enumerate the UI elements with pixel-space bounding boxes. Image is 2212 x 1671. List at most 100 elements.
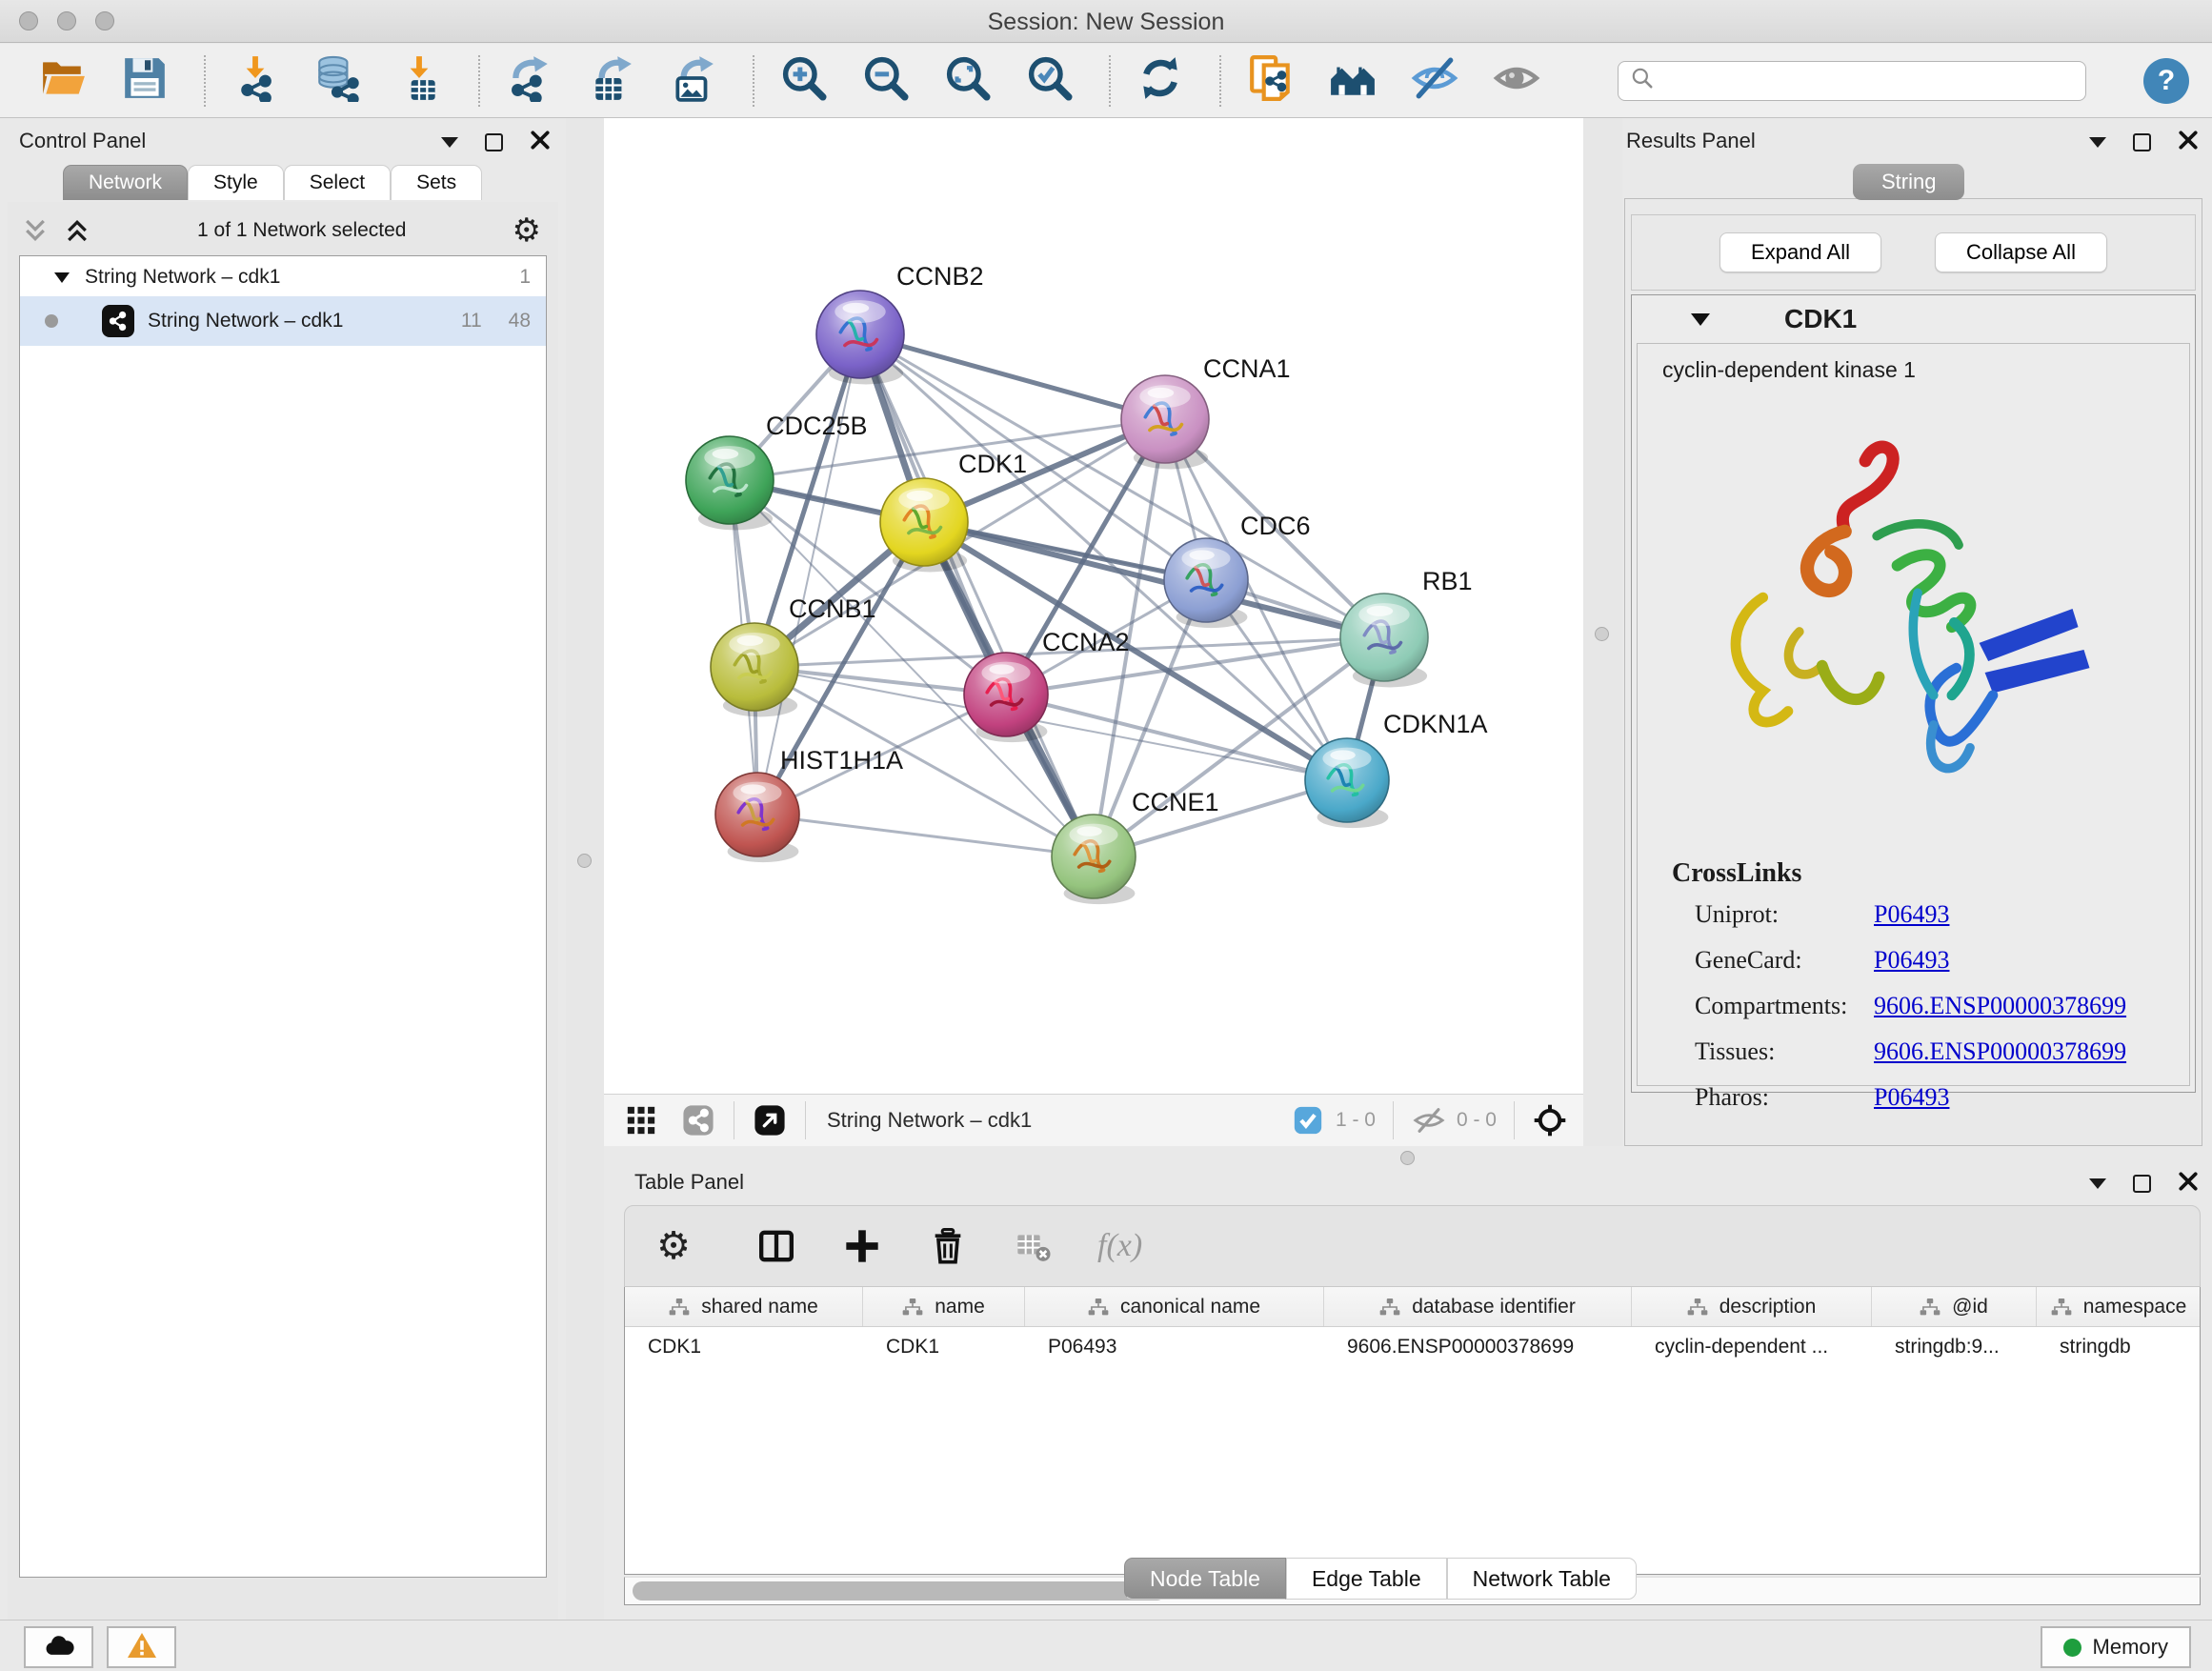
network-node-ccna2[interactable] <box>964 653 1048 742</box>
collapse-all-networks-icon[interactable] <box>21 216 50 245</box>
houses-button[interactable] <box>1324 52 1381 110</box>
zoom-in-button[interactable] <box>775 52 833 110</box>
help-button[interactable]: ? <box>2143 58 2189 104</box>
network-node-cdkn1a[interactable] <box>1305 738 1389 828</box>
cell-name[interactable]: CDK1 <box>863 1327 1025 1367</box>
horizontal-splitter-handle[interactable] <box>1400 1151 1415 1165</box>
detach-view-icon[interactable] <box>752 1102 788 1138</box>
table-row[interactable]: CDK1 CDK1 P06493 9606.ENSP00000378699 cy… <box>625 1327 2200 1367</box>
network-node-ccne1[interactable] <box>1052 815 1136 904</box>
expand-all-networks-icon[interactable] <box>63 216 91 245</box>
node-table[interactable]: shared name name canonical name database… <box>624 1287 2201 1575</box>
column-header-shared-name[interactable]: shared name <box>625 1287 863 1326</box>
panel-float-icon[interactable] <box>2133 1175 2151 1193</box>
network-node-ccnb1[interactable] <box>711 623 798 716</box>
crosslink-genecard-link[interactable]: P06493 <box>1874 946 1949 975</box>
import-table-button[interactable] <box>391 52 448 110</box>
collection-expand-icon[interactable] <box>54 272 70 283</box>
scrollbar-thumb[interactable] <box>633 1581 1166 1601</box>
crosslink-compartments-link[interactable]: 9606.ENSP00000378699 <box>1874 992 2126 1020</box>
cell-database-identifier[interactable]: 9606.ENSP00000378699 <box>1324 1327 1632 1367</box>
zoom-selected-button[interactable] <box>1021 52 1078 110</box>
tab-sets[interactable]: Sets <box>391 165 482 200</box>
add-column-plus-icon[interactable] <box>840 1224 884 1268</box>
tab-node-table[interactable]: Node Table <box>1124 1558 1286 1600</box>
warnings-button[interactable] <box>107 1626 176 1668</box>
export-image-button[interactable] <box>665 52 722 110</box>
network-view[interactable]: CCNB2CCNA1CDC25BCDK1CDC6RB1CCNB1CCNA2CDK… <box>604 118 1583 1146</box>
cell-id[interactable]: stringdb:9... <box>1872 1327 2037 1367</box>
tab-string[interactable]: String <box>1853 164 1964 200</box>
column-header-database-identifier[interactable]: database identifier <box>1324 1287 1632 1326</box>
left-splitter[interactable] <box>566 118 604 1620</box>
network-edge[interactable] <box>924 522 1384 637</box>
save-session-button[interactable] <box>116 52 173 110</box>
network-node-ccna1[interactable] <box>1121 375 1209 469</box>
column-header-canonical-name[interactable]: canonical name <box>1025 1287 1324 1326</box>
export-network-button[interactable] <box>501 52 558 110</box>
network-collection-row[interactable]: String Network – cdk1 1 <box>20 258 546 296</box>
birdseye-crosshair-icon[interactable] <box>1532 1102 1568 1138</box>
crosslink-uniprot-link[interactable]: P06493 <box>1874 900 1949 929</box>
protein-section-header[interactable]: CDK1 <box>1632 295 2195 343</box>
column-header-namespace[interactable]: namespace <box>2037 1287 2201 1326</box>
zoom-out-button[interactable] <box>857 52 915 110</box>
splitter-handle[interactable] <box>1595 627 1609 641</box>
network-edge[interactable] <box>757 815 1094 856</box>
import-network-button[interactable] <box>227 52 284 110</box>
panel-close-icon[interactable] <box>530 130 551 155</box>
panel-menu-icon[interactable] <box>2089 137 2106 148</box>
network-options-gear-icon[interactable]: ⚙ <box>513 214 541 247</box>
network-node-cdc25b[interactable] <box>686 436 774 530</box>
network-node-hist1h1a[interactable] <box>715 773 799 862</box>
selected-checkbox-icon[interactable] <box>1290 1102 1326 1138</box>
network-canvas[interactable]: CCNB2CCNA1CDC25BCDK1CDC6RB1CCNB1CCNA2CDK… <box>604 124 1583 1094</box>
zoom-fit-button[interactable] <box>939 52 996 110</box>
refresh-button[interactable] <box>1132 52 1189 110</box>
panel-menu-icon[interactable] <box>441 137 458 148</box>
memory-button[interactable]: Memory <box>2041 1626 2191 1668</box>
search-input[interactable] <box>1662 70 2085 92</box>
crosslink-tissues-link[interactable]: 9606.ENSP00000378699 <box>1874 1037 2126 1066</box>
panel-close-icon[interactable] <box>2178 130 2199 155</box>
tab-select[interactable]: Select <box>284 165 391 200</box>
cell-namespace[interactable]: stringdb <box>2037 1327 2201 1367</box>
panel-menu-icon[interactable] <box>2089 1178 2106 1189</box>
tab-network-table[interactable]: Network Table <box>1447 1558 1637 1600</box>
panel-float-icon[interactable] <box>485 133 503 151</box>
delete-table-icon[interactable] <box>1012 1224 1056 1268</box>
right-splitter[interactable] <box>1583 118 1622 1146</box>
delete-column-trash-icon[interactable] <box>926 1224 970 1268</box>
search-field[interactable] <box>1618 61 2086 101</box>
panel-float-icon[interactable] <box>2133 133 2151 151</box>
network-node-cdk1[interactable] <box>880 478 968 572</box>
show-columns-icon[interactable] <box>754 1224 798 1268</box>
network-node-cdc6[interactable] <box>1164 538 1248 628</box>
grid-view-icon[interactable] <box>623 1102 659 1138</box>
expand-all-button[interactable]: Expand All <box>1719 232 1881 272</box>
function-builder-icon[interactable]: f(x) <box>1097 1228 1142 1264</box>
export-table-button[interactable] <box>583 52 640 110</box>
copy-style-button[interactable] <box>1242 52 1299 110</box>
cell-shared-name[interactable]: CDK1 <box>625 1327 863 1367</box>
column-header-name[interactable]: name <box>863 1287 1025 1326</box>
hidden-eye-slash-icon[interactable] <box>1411 1102 1447 1138</box>
cell-description[interactable]: cyclin-dependent ... <box>1632 1327 1872 1367</box>
import-network-database-button[interactable] <box>309 52 366 110</box>
cell-canonical-name[interactable]: P06493 <box>1025 1327 1324 1367</box>
collapse-all-button[interactable]: Collapse All <box>1935 232 2107 272</box>
hide-selected-button[interactable] <box>1406 52 1463 110</box>
open-session-button[interactable] <box>34 52 91 110</box>
network-view-share-icon[interactable] <box>680 1102 716 1138</box>
app-store-button[interactable] <box>24 1626 93 1668</box>
network-edge[interactable] <box>757 334 860 815</box>
panel-close-icon[interactable] <box>2178 1171 2199 1197</box>
table-options-gear-icon[interactable]: ⚙ <box>652 1224 695 1268</box>
network-node-rb1[interactable] <box>1340 594 1428 687</box>
show-hidden-button[interactable] <box>1488 52 1545 110</box>
tab-network[interactable]: Network <box>63 165 188 200</box>
column-header-id[interactable]: @id <box>1872 1287 2037 1326</box>
column-header-description[interactable]: description <box>1632 1287 1872 1326</box>
network-edge[interactable] <box>860 334 1094 856</box>
tab-style[interactable]: Style <box>188 165 284 200</box>
